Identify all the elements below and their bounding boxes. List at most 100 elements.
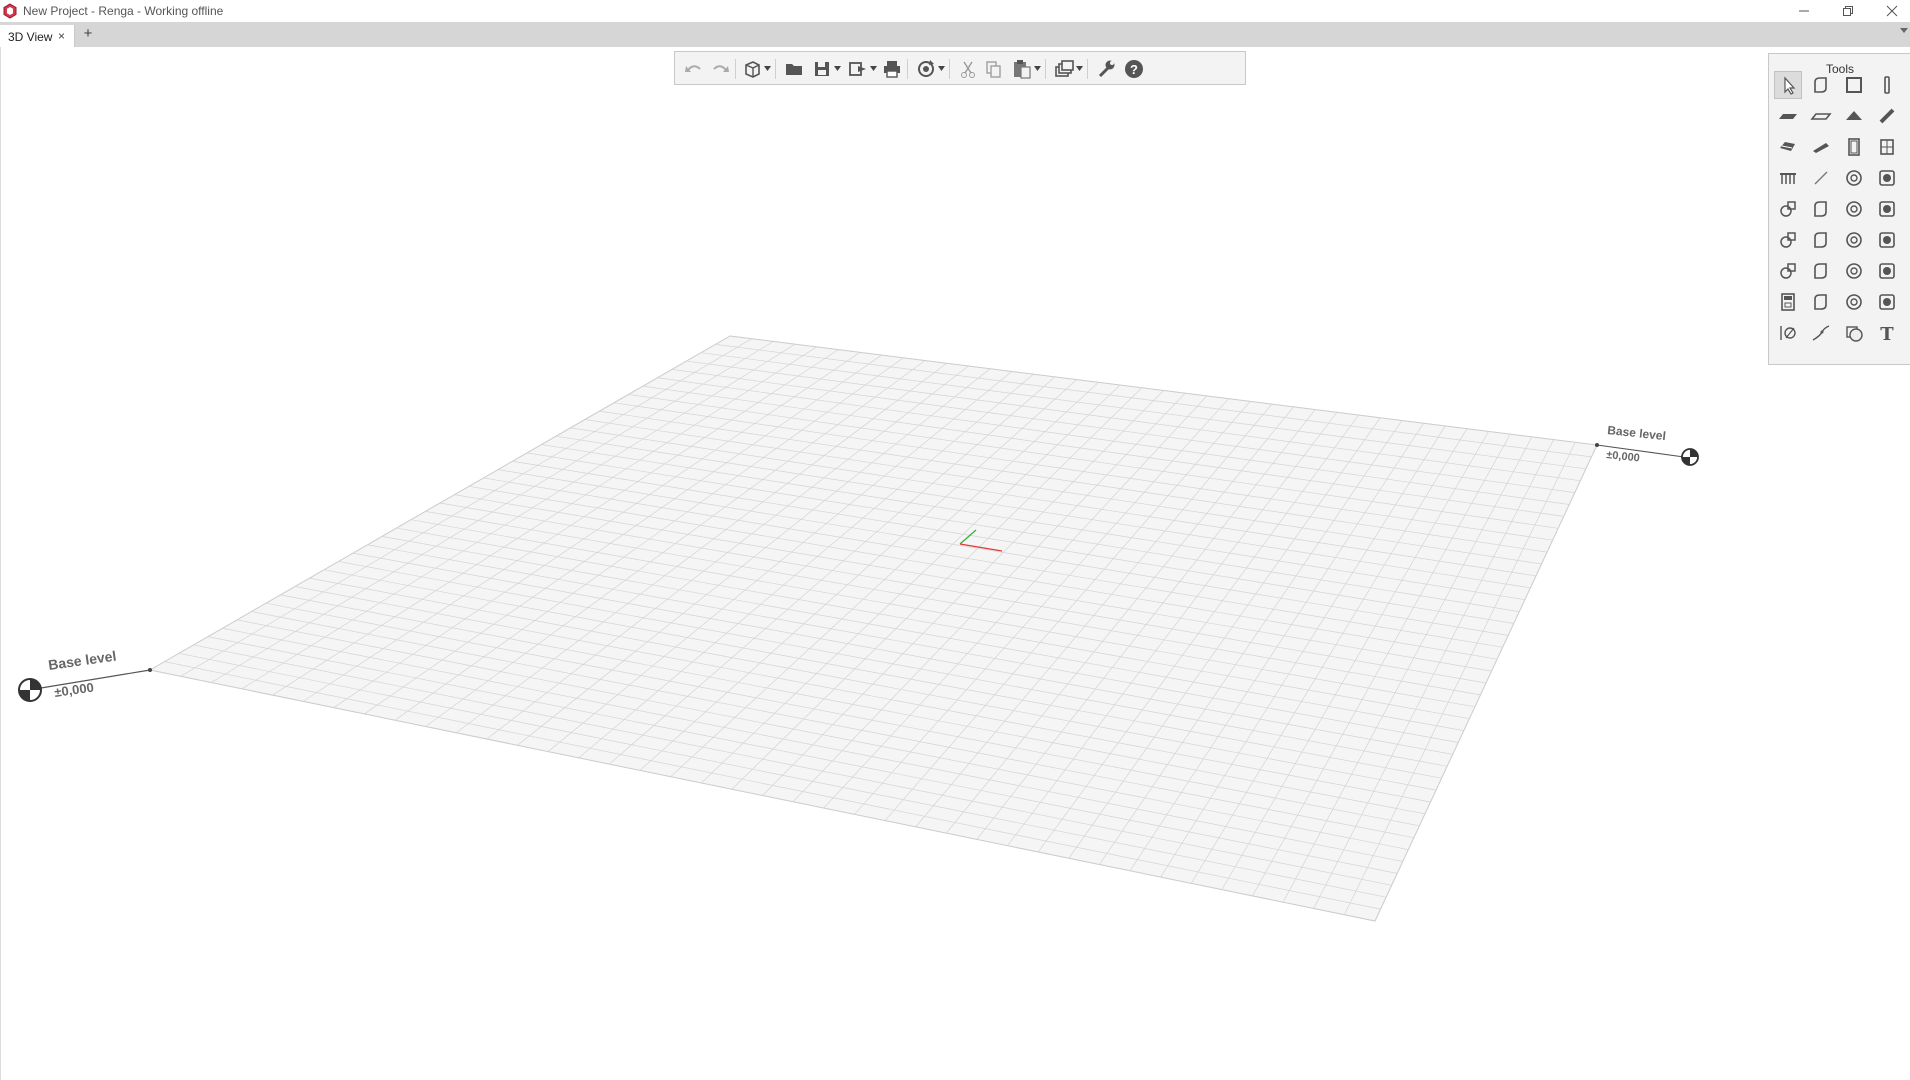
chevron-down-icon[interactable] [764,66,771,72]
floor-icon [1779,114,1797,119]
print-icon[interactable] [881,58,903,80]
tool-accessory-button[interactable] [1873,195,1901,223]
close-window-button[interactable] [1870,0,1910,22]
tool-ramp-button[interactable] [1807,133,1835,161]
electric-icon [1780,263,1796,279]
tool-roof-button[interactable] [1840,102,1868,130]
plumbing-fixture-icon [1814,201,1827,217]
tab-bar: 3D View × + [0,22,1910,48]
tool-circuit-button[interactable] [1840,257,1868,285]
tool-lighting-button[interactable] [1807,257,1835,285]
chevron-down-icon[interactable] [870,66,877,72]
redo-icon[interactable] [709,58,731,80]
lighting-icon [1814,263,1827,279]
help-icon[interactable]: ? [1123,58,1145,80]
tool-element-button[interactable] [1807,288,1835,316]
tab-close-icon[interactable]: × [58,29,65,43]
tool-wire-button[interactable] [1873,288,1901,316]
duct-fitting-icon [1814,232,1827,248]
paste-icon[interactable] [1011,58,1033,80]
tool-assembly-button[interactable] [1807,71,1835,99]
export-icon[interactable] [847,58,869,80]
3d-scene: Base level ±0,000 Base level ±0,000 [18,335,1699,922]
window-title: New Project - Renga - Working offline [23,4,224,18]
ground-plane [148,335,1598,922]
tab-3d-view[interactable]: 3D View × [0,25,75,47]
circuit-icon [1846,263,1862,279]
sync-icon[interactable] [915,58,937,80]
tool-duct-fitting-button[interactable] [1807,226,1835,254]
tool-opening-button[interactable] [1807,102,1835,130]
level-name-right: Base level [1607,423,1667,443]
accessory-icon [1879,201,1895,217]
tool-hatch-button[interactable] [1840,319,1868,347]
tool-column-button[interactable] [1873,71,1901,99]
roof-icon [1846,111,1862,120]
level-target-icon [18,678,42,702]
level-name-left: Base level [47,648,117,673]
title-bar: New Project - Renga - Working offline [0,0,1910,22]
tool-stair-button[interactable] [1774,133,1802,161]
copy-icon[interactable] [983,58,1005,80]
stair-icon [1780,142,1795,151]
tool-floor-button[interactable] [1774,102,1802,130]
level-marker-right[interactable]: Base level ±0,000 [1595,423,1699,466]
tool-line-button[interactable] [1807,164,1835,192]
layers-icon[interactable] [1053,58,1075,80]
tool-route-button[interactable] [1807,319,1835,347]
tool-select-button[interactable] [1774,71,1802,99]
axis-icon [1780,326,1796,340]
save-icon[interactable] [811,58,833,80]
tool-pipe-fitting-button[interactable] [1774,195,1802,223]
hatch-icon [1846,326,1863,342]
wire-icon [1879,294,1895,310]
duct-accessory-icon [1846,232,1862,248]
tool-room-button[interactable] [1774,288,1802,316]
pipe-fitting-icon [1780,201,1796,217]
ramp-icon [1813,143,1829,153]
tool-railing-button[interactable] [1774,164,1802,192]
open-folder-icon[interactable] [783,58,805,80]
tool-window-button[interactable] [1873,133,1901,161]
tool-plumbing-fixture-button[interactable] [1807,195,1835,223]
undo-icon[interactable] [683,58,705,80]
cut-icon[interactable] [957,58,979,80]
level-target-icon [1681,448,1699,466]
pipe-icon [1780,232,1796,248]
tool-beam-button[interactable] [1873,102,1901,130]
tool-pipe-button[interactable] [1774,226,1802,254]
minimize-button[interactable] [1782,0,1826,22]
tab-menu-chevron-icon[interactable] [1900,28,1908,34]
chevron-down-icon[interactable] [1034,66,1041,72]
equipment-icon [1846,170,1862,186]
chevron-down-icon[interactable] [938,66,945,72]
chevron-down-icon[interactable] [1076,66,1083,72]
tool-equipment-button[interactable] [1840,164,1868,192]
tab-label: 3D View [8,30,53,44]
tool-air-terminal-button[interactable] [1873,226,1901,254]
text-icon: T [1880,324,1894,344]
tool-duct-button[interactable] [1873,164,1901,192]
assembly-icon [1814,77,1827,93]
tool-mechanical-button[interactable] [1840,195,1868,223]
window-icon [1880,139,1894,155]
tool-text-button[interactable]: T [1873,319,1901,347]
beam-icon [1879,108,1895,124]
tool-duct-accessory-button[interactable] [1840,226,1868,254]
tool-panel-button[interactable] [1873,257,1901,285]
view-cube-icon[interactable] [741,58,763,80]
add-tab-button[interactable]: + [80,26,96,42]
tool-electric-button[interactable] [1774,257,1802,285]
tool-axis-button[interactable] [1774,319,1802,347]
chevron-down-icon[interactable] [834,66,841,72]
restore-button[interactable] [1826,0,1870,22]
tool-door-button[interactable] [1840,133,1868,161]
wall-icon [1846,77,1862,93]
settings-wrench-icon[interactable] [1095,58,1117,80]
level-marker-left[interactable]: Base level ±0,000 [18,648,152,702]
tool-wall-button[interactable] [1840,71,1868,99]
route-icon [1812,325,1830,341]
close-icon [1886,5,1898,17]
tool-model-text-button[interactable] [1840,288,1868,316]
minimize-icon [1799,10,1809,12]
